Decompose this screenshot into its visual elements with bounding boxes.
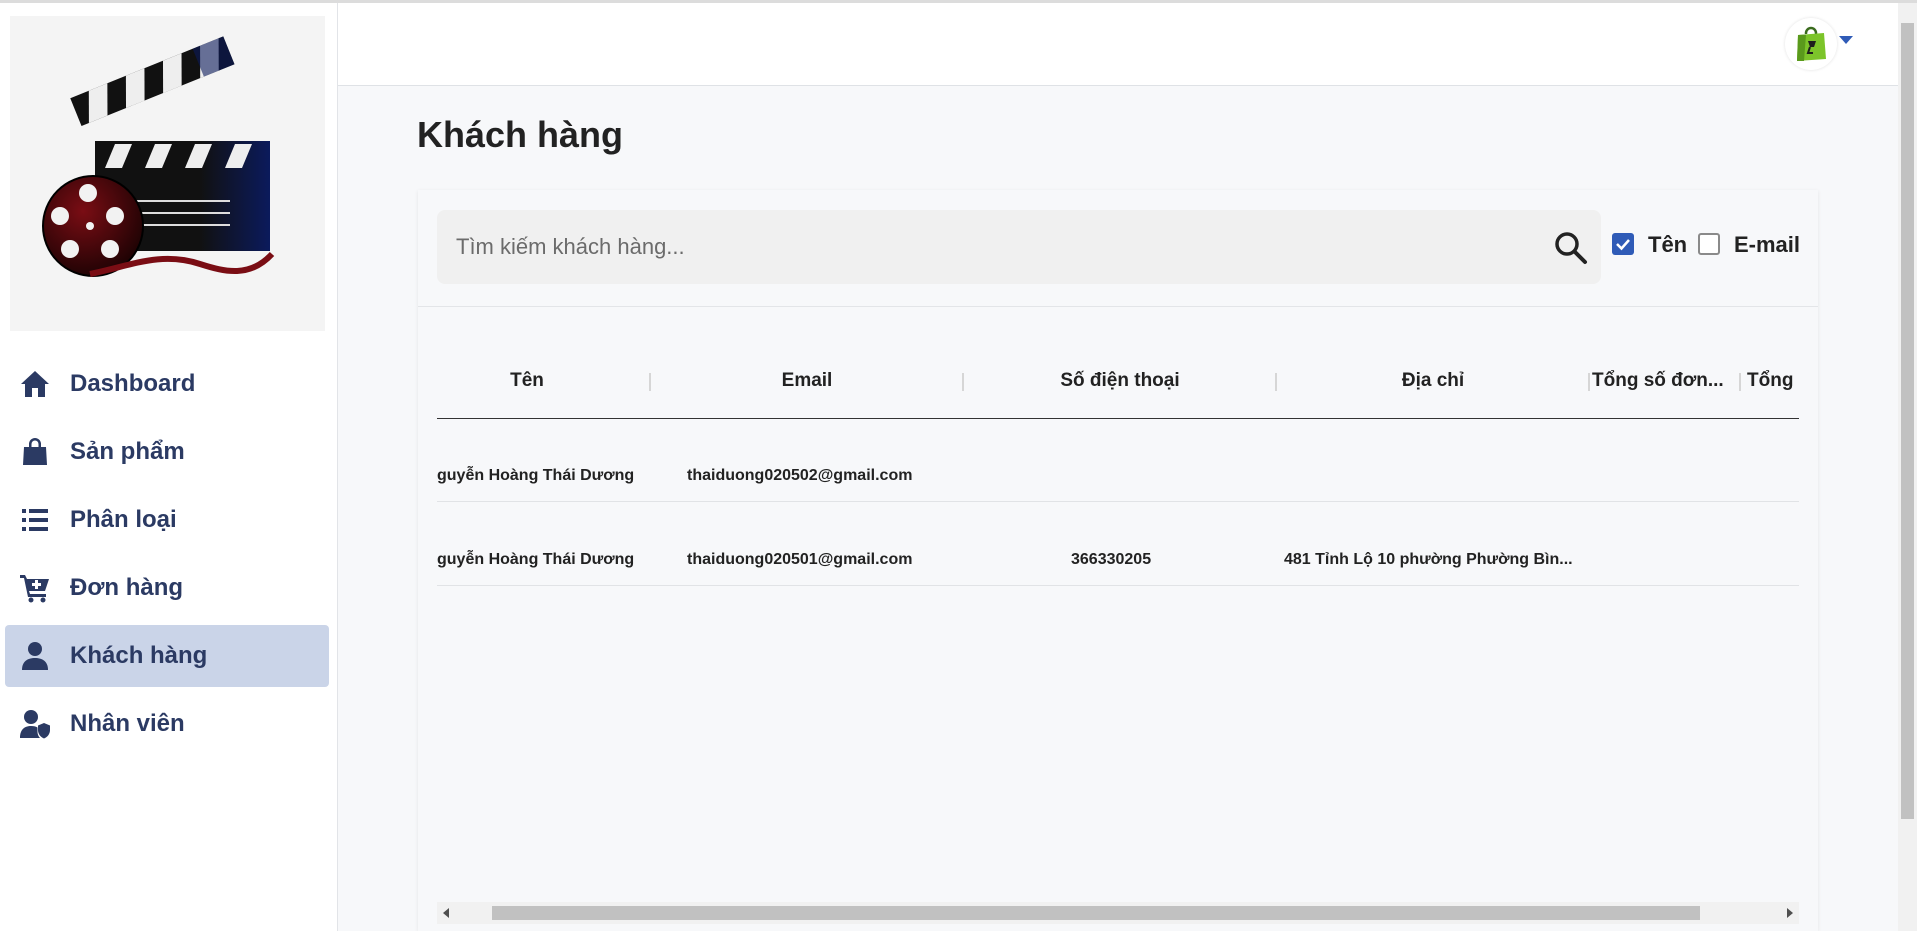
main-content: Khách hàng Tên E-mail Tên Email Số điện … [338, 86, 1898, 931]
sidebar-item-label: Nhân viên [70, 710, 185, 737]
column-header-address[interactable]: Địa chỉ [1278, 370, 1588, 392]
horizontal-scrollbar-thumb[interactable] [492, 906, 1700, 920]
table-row-divider [437, 501, 1799, 502]
filter-email-label: E-mail [1734, 232, 1801, 257]
sidebar-item-customers[interactable]: Khách hàng [5, 625, 329, 687]
film-clapperboard-logo[interactable] [10, 16, 325, 331]
column-header-phone[interactable]: Số điện thoại [965, 370, 1275, 392]
user-icon [18, 639, 52, 673]
column-separator[interactable] [962, 373, 964, 391]
scroll-right-arrow-icon[interactable] [1787, 908, 1793, 918]
cell-email: thaiduong020502@gmail.com [687, 467, 913, 484]
sidebar-item-orders[interactable]: Đơn hàng [5, 557, 329, 619]
filter-name-checkbox[interactable] [1612, 233, 1634, 255]
column-separator[interactable] [649, 373, 651, 391]
list-icon [18, 503, 52, 537]
user-shield-icon [18, 707, 52, 741]
column-separator[interactable] [1588, 373, 1590, 391]
vertical-scrollbar[interactable] [1898, 3, 1917, 931]
shopping-bag-icon [18, 435, 52, 469]
column-separator[interactable] [1739, 373, 1741, 391]
vertical-scrollbar-thumb[interactable] [1901, 23, 1914, 819]
sidebar-nav: Dashboard Sản phẩm Phân loại Đơn hàng Kh… [0, 353, 337, 761]
sidebar-item-label: Dashboard [70, 370, 196, 397]
top-header [338, 3, 1898, 86]
home-icon [18, 367, 52, 401]
sidebar-item-categories[interactable]: Phân loại [5, 489, 329, 551]
shopping-bag-avatar-icon[interactable] [1785, 18, 1837, 70]
sidebar-item-label: Đơn hàng [70, 574, 184, 601]
column-header-name[interactable]: Tên [437, 370, 617, 392]
sidebar-item-label: Khách hàng [70, 642, 208, 669]
caret-down-icon[interactable] [1839, 36, 1853, 44]
cell-phone: 366330205 [1071, 551, 1152, 568]
page-title: Khách hàng [417, 114, 624, 155]
filter-email-checkbox[interactable] [1698, 233, 1720, 255]
filter-name-label: Tên [1648, 232, 1688, 257]
search-bar [437, 210, 1601, 284]
table-header-divider [437, 418, 1799, 419]
cell-name: guyễn Hoàng Thái Dương [437, 551, 635, 568]
column-header-total[interactable]: Tổng [1747, 370, 1799, 392]
sidebar: Dashboard Sản phẩm Phân loại Đơn hàng Kh… [0, 3, 338, 931]
horizontal-scrollbar[interactable] [437, 902, 1799, 924]
sidebar-item-products[interactable]: Sản phẩm [5, 421, 329, 483]
column-header-email[interactable]: Email [652, 370, 962, 392]
search-icon[interactable] [1553, 230, 1589, 266]
cell-email: thaiduong020501@gmail.com [687, 551, 913, 568]
sidebar-item-label: Phân loại [70, 506, 177, 533]
customers-table: Tên Email Số điện thoại Địa chỉ Tổng số … [437, 307, 1799, 897]
column-header-total-orders[interactable]: Tổng số đơn... [1592, 370, 1730, 392]
column-separator[interactable] [1275, 373, 1277, 391]
table-row-divider [437, 585, 1799, 586]
sidebar-item-staff[interactable]: Nhân viên [5, 693, 329, 755]
cart-plus-icon [18, 571, 52, 605]
cell-address: 481 Tỉnh Lộ 10 phường Phường Bìn... [1284, 551, 1573, 568]
customers-card: Tên E-mail Tên Email Số điện thoại Địa c… [418, 190, 1818, 931]
sidebar-item-dashboard[interactable]: Dashboard [5, 353, 329, 415]
cell-name: guyễn Hoàng Thái Dương [437, 467, 635, 484]
scroll-left-arrow-icon[interactable] [443, 908, 449, 918]
sidebar-item-label: Sản phẩm [70, 438, 185, 465]
search-input[interactable] [437, 210, 1537, 284]
